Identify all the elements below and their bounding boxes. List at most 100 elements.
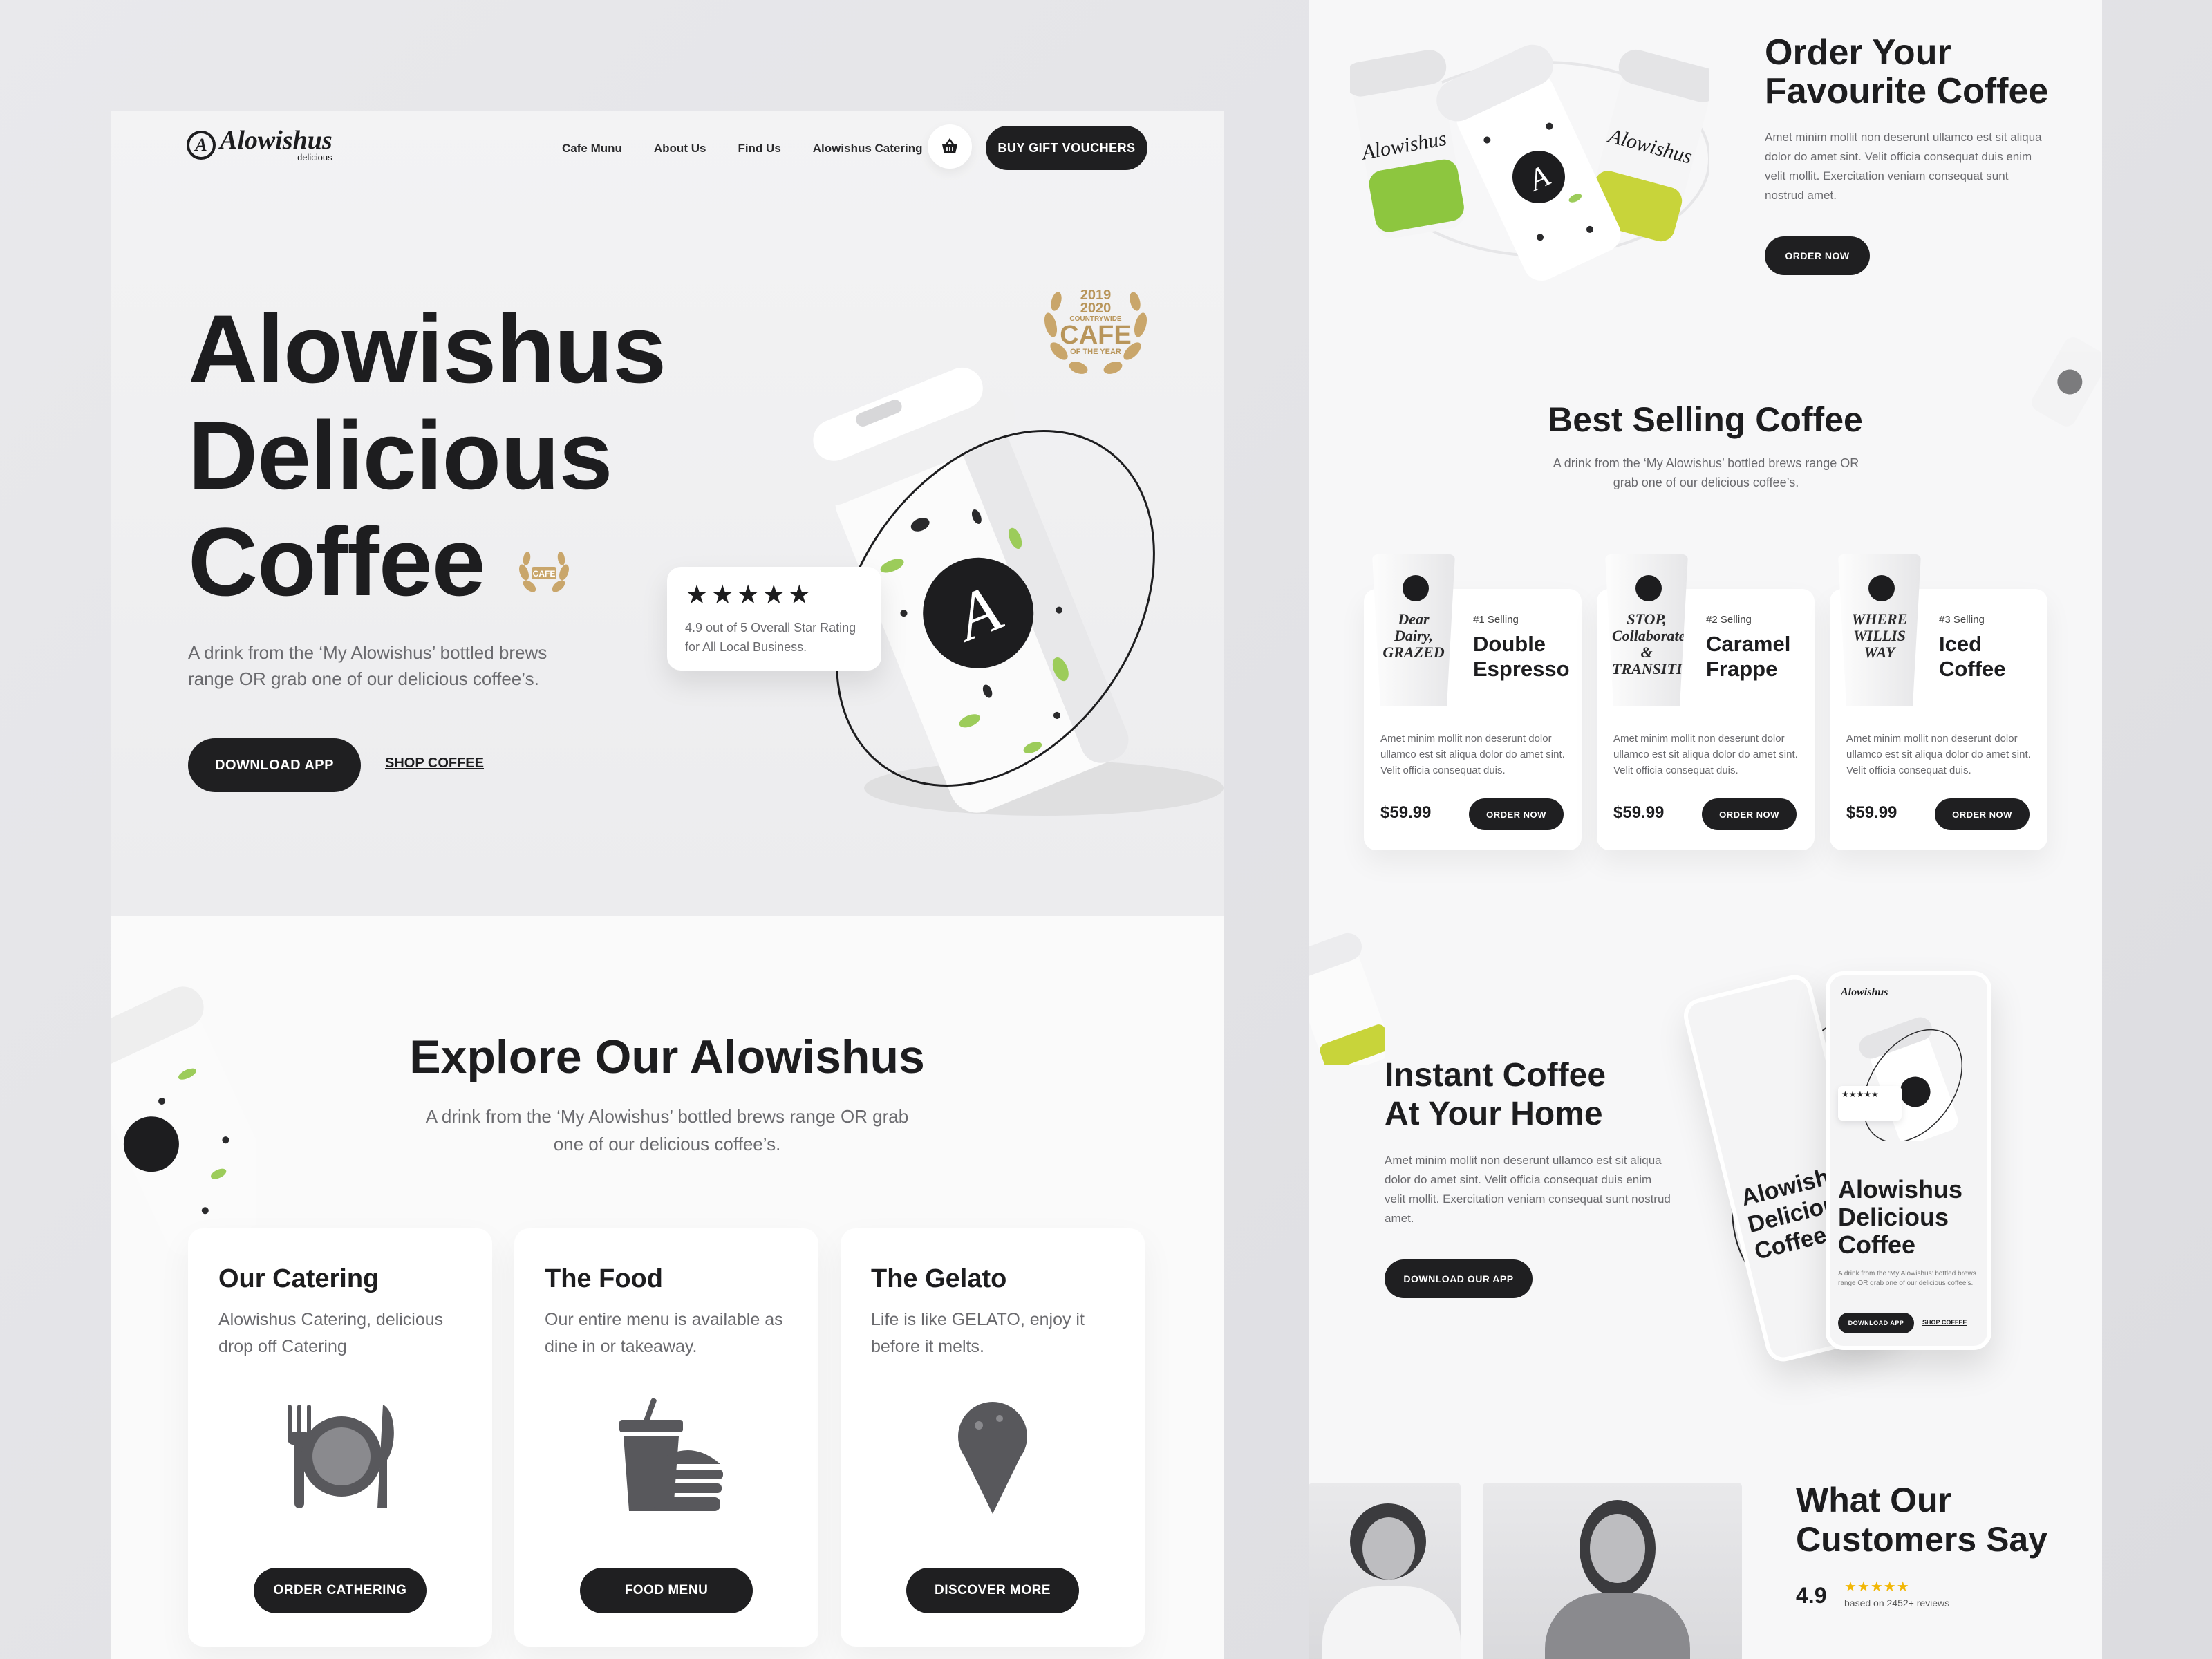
phone-mockup-front: Alowishus ★★★★★ Alowishus Delicious Coffee… — [1826, 971, 1991, 1350]
product-desc: Amet minim mollit non deserunt dolor ull… — [1846, 733, 2031, 776]
cart-button[interactable] — [928, 124, 972, 169]
service-card-catering: Our Catering Alowishus Catering, delicio… — [188, 1228, 492, 1647]
order-title: Order Your Favourite Coffee — [1765, 33, 2048, 111]
plate-cutlery-icon — [188, 1398, 492, 1515]
cup-badge — [1635, 575, 1662, 601]
rating-card: ★★★★★ 4.9 out of 5 Overall Star Rating f… — [667, 567, 881, 671]
logo-word: Alowishus — [220, 126, 332, 155]
main-nav: Cafe Munu About Us Find Us Alowishus Cat… — [562, 142, 922, 156]
svg-text:CAFE: CAFE — [533, 569, 556, 579]
customer-face — [1362, 1517, 1415, 1580]
product-cup: Dear Dairy, GRAZED — [1372, 554, 1455, 706]
product-card-double-espresso[interactable]: Dear Dairy, GRAZED #1 Selling Double Esp… — [1364, 554, 1582, 850]
discover-more-button[interactable]: DISCOVER MORE — [906, 1568, 1079, 1613]
cup-text: STOP, Collaborate & TRANSITION — [1612, 610, 1705, 677]
nav-item-cafe-menu[interactable]: Cafe Munu — [562, 142, 622, 156]
order-now-button[interactable]: ORDER NOW — [1765, 236, 1870, 275]
floating-cup-decoration — [2032, 337, 2101, 427]
product-order-button[interactable]: ORDER NOW — [1469, 798, 1564, 830]
shop-coffee-link[interactable]: SHOP COFFEE — [385, 756, 484, 771]
phone-download-button: DOWNLOAD APP — [1838, 1313, 1914, 1333]
best-selling-title: Best Selling Coffee — [1548, 400, 1863, 439]
customer-face — [1590, 1514, 1645, 1583]
order-cups-illustration: Alowishus Alowishus A — [1350, 44, 1709, 281]
award-years: 2019 2020 — [1080, 288, 1112, 316]
customer-photo-1 — [1309, 1483, 1461, 1659]
nav-item-about-us[interactable]: About Us — [654, 142, 706, 156]
customer-body — [1545, 1593, 1690, 1659]
product-price: $59.99 — [1380, 803, 1432, 822]
burger-drink-icon — [514, 1398, 818, 1515]
customer-body — [1322, 1586, 1461, 1659]
cafe-of-the-year-award: 2019 2020 COUNTRYWIDE CAFE OF THE YEAR — [1037, 283, 1154, 384]
service-card-food: The Food Our entire menu is available as… — [514, 1228, 818, 1647]
product-name: Double Espresso — [1473, 632, 1570, 681]
award-sub: OF THE YEAR — [1070, 348, 1121, 356]
customers-score: 4.9 — [1796, 1583, 1827, 1608]
instant-title: Instant Coffee At Your Home — [1385, 1056, 1606, 1134]
rating-stars: ★★★★★ — [685, 581, 814, 610]
explore-title: Explore Our Alowishus — [409, 1031, 925, 1083]
brand-logo[interactable]: A Alowishus delicious — [187, 127, 332, 162]
award-badge-small: CAFE — [513, 545, 575, 603]
explore-subtitle: A drink from the ‘My Alowishus’ bottled … — [425, 1106, 909, 1154]
service-card-text: Alowishus Catering, delicious drop off C… — [218, 1310, 444, 1356]
product-desc: Amet minim mollit non deserunt dolor ull… — [1380, 733, 1565, 776]
service-card-text: Life is like GELATO, enjoy it before it … — [871, 1310, 1085, 1356]
hero-title-line-1: Alowishus — [188, 294, 666, 403]
order-title-line-1: Order Your — [1765, 32, 1951, 73]
product-order-button[interactable]: ORDER NOW — [1935, 798, 2030, 830]
explore-section: Explore Our Alowishus A drink from the ‘… — [111, 916, 1224, 1659]
side-cup-illustration — [111, 986, 256, 1256]
instant-side-cup — [1309, 932, 1385, 1065]
product-name: Iced Coffee — [1939, 632, 2006, 681]
cup-badge — [1403, 575, 1429, 601]
basket-icon — [942, 138, 957, 153]
buy-gift-vouchers-button[interactable]: BUY GIFT VOUCHERS — [986, 126, 1147, 170]
download-our-app-button[interactable]: DOWNLOAD OUR APP — [1385, 1259, 1533, 1298]
customer-photo-2 — [1483, 1483, 1742, 1659]
instant-text: Amet minim mollit non deserunt ullamco e… — [1385, 1154, 1671, 1225]
phone-title: Alowishus Delicious Coffee — [1838, 1175, 1963, 1259]
hero-section: A Alowishus delicious Cafe Munu About Us … — [111, 111, 1224, 916]
laurel-icon: CAFE — [519, 552, 569, 592]
hero-title-line-2: Delicious — [188, 401, 612, 509]
service-card-gelato: The Gelato Life is like GELATO, enjoy it… — [841, 1228, 1145, 1647]
instant-title-line-2: At Your Home — [1385, 1096, 1603, 1132]
phone-cup-illustration — [1859, 1017, 1963, 1141]
hero-subtitle: A drink from the ‘My Alowishus’ bottled … — [188, 642, 547, 689]
service-card-title: The Gelato — [871, 1264, 1007, 1293]
service-card-text: Our entire menu is available as dine in … — [545, 1310, 783, 1356]
phone-text: A drink from the ‘My Alowishus’ bottled … — [1838, 1270, 1976, 1287]
service-card-title: Our Catering — [218, 1264, 379, 1293]
product-cup: STOP, Collaborate & TRANSITION — [1605, 554, 1688, 706]
customers-stars: ★★★★★ — [1844, 1580, 1910, 1595]
food-menu-button[interactable]: FOOD MENU — [580, 1568, 753, 1613]
product-name: Caramel Frappe — [1706, 632, 1791, 681]
landing-page-right: Alowishus Alowishus A Order Your Favourit… — [1309, 0, 2102, 1659]
phone-shop-link: SHOP COFFEE — [1922, 1319, 1967, 1326]
nav-item-find-us[interactable]: Find Us — [738, 142, 780, 156]
ice-cream-icon — [841, 1398, 1145, 1515]
nav-item-catering[interactable]: Alowishus Catering — [813, 142, 923, 156]
product-desc: Amet minim mollit non deserunt dolor ull… — [1613, 733, 1798, 776]
cup-text: Dear Dairy, GRAZED — [1382, 610, 1445, 661]
download-app-button[interactable]: DOWNLOAD APP — [188, 738, 361, 792]
phone-rating-card: ★★★★★ — [1838, 1086, 1902, 1121]
product-card-iced-coffee[interactable]: WHERE WILLIS WAY #3 Selling Iced Coffee … — [1830, 554, 2047, 850]
cup-badge — [1868, 575, 1895, 601]
product-rank: #3 Selling — [1939, 614, 1985, 626]
landing-page-left: A Alowishus delicious Cafe Munu About Us … — [111, 111, 1224, 1659]
customers-title-line-1: What Our — [1796, 1481, 1951, 1519]
product-order-button[interactable]: ORDER NOW — [1702, 798, 1797, 830]
phone-logo: Alowishus — [1841, 986, 1888, 998]
product-price: $59.99 — [1846, 803, 1897, 822]
product-card-caramel-frappe[interactable]: STOP, Collaborate & TRANSITION #2 Sellin… — [1597, 554, 1815, 850]
logo-mark: A — [187, 130, 216, 160]
product-price: $59.99 — [1613, 803, 1665, 822]
order-catering-button[interactable]: ORDER CATHERING — [254, 1568, 427, 1613]
order-text: Amet minim mollit non deserunt ullamco e… — [1765, 131, 2042, 202]
award-label: CAFE — [1060, 321, 1132, 350]
product-rank: #2 Selling — [1706, 614, 1752, 626]
customers-reviews: based on 2452+ reviews — [1844, 1597, 1950, 1609]
